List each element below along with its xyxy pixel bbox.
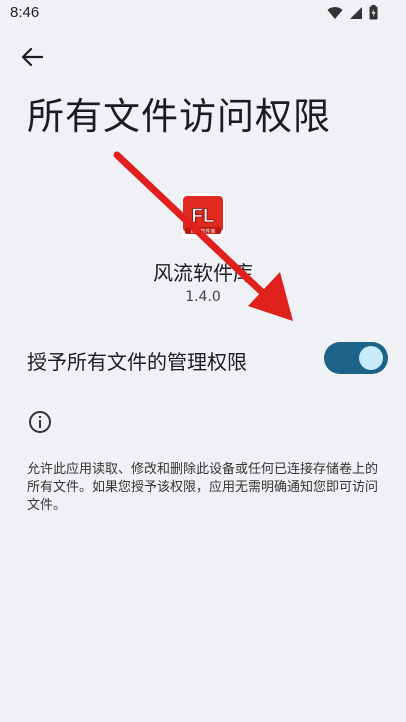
page-title: 所有文件访问权限 xyxy=(27,95,331,138)
info-icon xyxy=(28,410,52,434)
permission-row[interactable]: 授予所有文件的管理权限 xyxy=(0,332,406,386)
app-icon-caption: 风流软件库 xyxy=(190,228,215,235)
battery-icon xyxy=(369,5,378,24)
wifi-icon xyxy=(327,5,343,24)
status-time: 8:46 xyxy=(10,4,40,21)
back-button[interactable] xyxy=(14,44,50,74)
status-icons xyxy=(327,5,378,24)
permission-toggle[interactable] xyxy=(324,342,388,374)
app-icon: FL 风流软件库 xyxy=(181,193,225,239)
permission-description: 允许此应用读取、修改和删除此设备或任何已连接存储卷上的所有文件。如果您授予该权限… xyxy=(27,462,379,513)
app-icon-text: FL xyxy=(191,206,215,227)
app-name: 风流软件库 xyxy=(153,261,253,285)
status-bar: 8:46 xyxy=(0,0,406,28)
toggle-knob xyxy=(359,346,383,370)
arrow-back-icon xyxy=(21,47,44,71)
permission-label: 授予所有文件的管理权限 xyxy=(27,350,247,374)
signal-icon xyxy=(349,5,363,24)
app-version: 1.4.0 xyxy=(185,289,221,305)
